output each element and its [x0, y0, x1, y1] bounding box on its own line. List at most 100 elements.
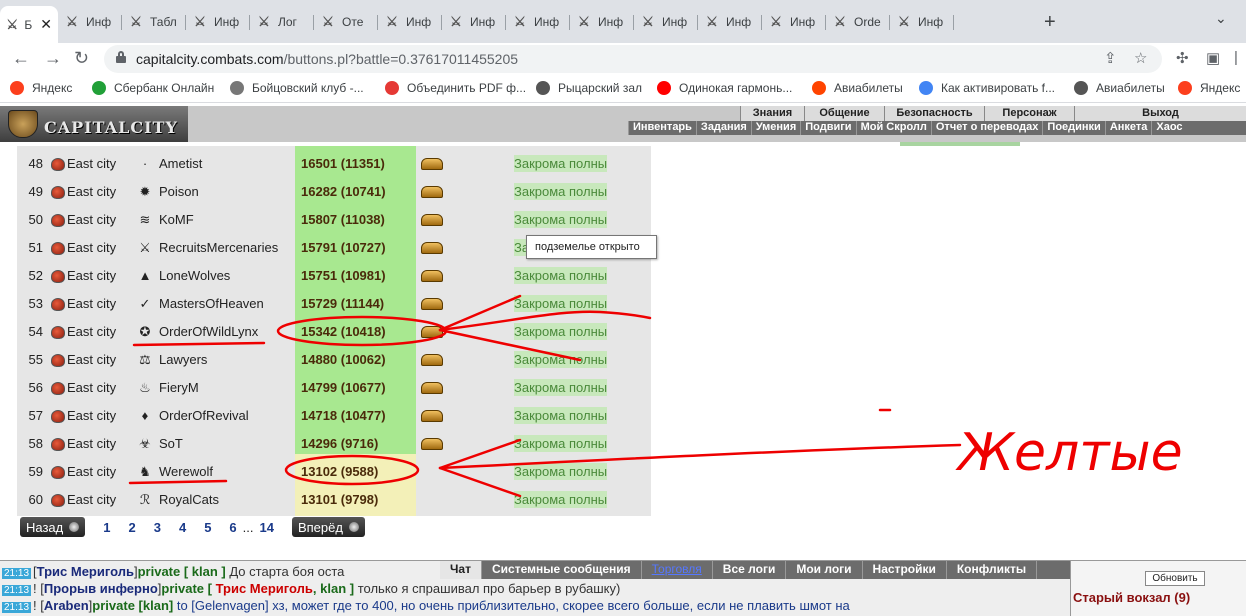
treasure-chest-icon-cell[interactable] — [421, 178, 447, 206]
city-cell[interactable]: East city — [51, 430, 116, 458]
location-name[interactable]: Старый вокзал (9) — [1073, 590, 1190, 605]
treasure-chest-icon-cell[interactable] — [421, 346, 447, 374]
chat-tab[interactable]: Мои логи — [786, 561, 863, 579]
bookmark-item[interactable]: Яндекс — [10, 81, 72, 95]
city-name[interactable]: East city — [67, 234, 116, 262]
clan-cell[interactable]: ✓ MastersOfHeaven — [135, 290, 264, 318]
bookmark-item[interactable]: Сбербанк Онлайн — [92, 81, 214, 95]
treasure-chest-icon[interactable] — [421, 382, 443, 394]
extensions-icon[interactable]: ✣ — [1176, 49, 1189, 67]
page-link[interactable]: 3 — [154, 520, 161, 535]
city-name[interactable]: East city — [67, 374, 116, 402]
treasure-chest-icon[interactable] — [421, 438, 443, 450]
clan-name[interactable]: KoMF — [159, 206, 194, 234]
sender-nick[interactable]: Трис Мериголь — [37, 564, 134, 579]
city-cell[interactable]: East city — [51, 150, 116, 178]
browser-tab[interactable]: ⚔ Инф — [762, 8, 826, 36]
clan-cell[interactable]: ✪ OrderOfWildLynx — [135, 318, 259, 346]
city-name[interactable]: East city — [67, 206, 116, 234]
city-name[interactable]: East city — [67, 318, 116, 346]
bookmark-item[interactable]: Рыцарский зал — [536, 81, 642, 95]
city-cell[interactable]: East city — [51, 234, 116, 262]
treasure-chest-icon-cell[interactable] — [421, 318, 447, 346]
city-cell[interactable]: East city — [51, 178, 116, 206]
treasure-chest-icon[interactable] — [421, 242, 443, 254]
capitalcity-logo[interactable]: CAPITALCITY — [0, 106, 188, 142]
clan-cell[interactable]: ♞ Werewolf — [135, 458, 213, 486]
treasure-chest-icon-cell[interactable] — [421, 430, 447, 458]
treasure-chest-icon[interactable] — [421, 298, 443, 310]
submenu-item[interactable]: Хаос — [1151, 121, 1186, 135]
bookmark-item[interactable]: Объединить PDF ф... — [385, 81, 526, 95]
clan-cell[interactable]: ℛ RoyalCats — [135, 486, 219, 514]
recipient-nick[interactable]: Трис Мериголь — [212, 581, 313, 596]
sender-nick[interactable]: Прорыв инферно — [44, 581, 158, 596]
city-name[interactable]: East city — [67, 486, 116, 514]
city-name[interactable]: East city — [67, 458, 116, 486]
tab-search-icon[interactable]: ⌄ — [1215, 10, 1227, 27]
private-tag[interactable]: private [ klan ] — [138, 564, 226, 579]
treasure-chest-icon-cell[interactable] — [421, 150, 447, 178]
browser-tab[interactable]: ⚔ Лог — [250, 8, 314, 36]
clan-name[interactable]: Ametist — [159, 150, 202, 178]
close-tab-icon[interactable]: ✕ — [40, 16, 52, 33]
browser-tab[interactable]: ⚔ Инф — [506, 8, 570, 36]
city-cell[interactable]: East city — [51, 402, 116, 430]
chat-tab[interactable]: Все логи — [713, 561, 787, 579]
bookmark-item[interactable]: Яндекс — [1178, 81, 1240, 95]
chat-tab[interactable]: Торговля — [642, 561, 713, 579]
browser-tab[interactable]: ⚔ Инф — [570, 8, 634, 36]
reload-icon[interactable]: ↻ — [74, 48, 89, 69]
chat-tab[interactable]: Чат — [440, 561, 482, 579]
clan-cell[interactable]: ✹ Poison — [135, 178, 199, 206]
treasure-chest-icon-cell[interactable] — [421, 262, 447, 290]
city-cell[interactable]: East city — [51, 262, 116, 290]
city-name[interactable]: East city — [67, 178, 116, 206]
submenu-item[interactable]: Задания — [695, 121, 751, 135]
bookmark-item[interactable]: Бойцовский клуб -... — [230, 81, 364, 95]
city-cell[interactable]: East city — [51, 458, 116, 486]
refresh-button[interactable]: Обновить — [1145, 571, 1205, 586]
menu-item[interactable]: Персонаж — [984, 106, 1074, 121]
treasure-chest-icon[interactable] — [421, 326, 443, 338]
page-link[interactable]: 5 — [204, 520, 211, 535]
submenu-item[interactable]: Инвентарь — [628, 121, 696, 135]
bookmark-star-icon[interactable]: ☆ — [1134, 49, 1147, 67]
page-link[interactable]: 6 — [229, 520, 236, 535]
treasure-chest-icon-cell[interactable] — [421, 290, 447, 318]
clan-cell[interactable]: · Ametist — [135, 150, 203, 178]
clan-cell[interactable]: ♨ FieryM — [135, 374, 199, 402]
forward-icon[interactable]: → — [44, 48, 62, 69]
prev-page-button[interactable]: Назад — [20, 517, 86, 537]
submenu-item[interactable]: Отчет о переводах — [930, 121, 1043, 135]
clan-cell[interactable]: ⚖ Lawyers — [135, 346, 207, 374]
profile-icon[interactable]: | — [1234, 49, 1238, 66]
clan-name[interactable]: Lawyers — [159, 346, 207, 374]
page-link[interactable]: 14 — [260, 520, 274, 535]
page-link[interactable]: 2 — [128, 520, 135, 535]
message-time[interactable]: 21:13 — [2, 585, 32, 596]
browser-tab[interactable]: ⚔ Б ✕ — [0, 6, 58, 43]
city-name[interactable]: East city — [67, 430, 116, 458]
clan-cell[interactable]: ≋ KoMF — [135, 206, 194, 234]
city-cell[interactable]: East city — [51, 318, 116, 346]
treasure-chest-icon-cell[interactable] — [421, 374, 447, 402]
bookmark-item[interactable]: Авиабилеты — [812, 81, 903, 95]
submenu-item[interactable]: Подвиги — [800, 121, 855, 135]
page-link[interactable]: 4 — [179, 520, 186, 535]
browser-tab[interactable]: ⚔ Orde — [826, 8, 890, 36]
new-tab-button[interactable]: + — [1044, 11, 1056, 34]
city-name[interactable]: East city — [67, 346, 116, 374]
url-text[interactable]: capitalcity.combats.com/buttons.pl?battl… — [136, 51, 518, 67]
browser-tab[interactable]: ⚔ Оте — [314, 8, 378, 36]
page-link[interactable]: 1 — [103, 520, 110, 535]
next-page-button[interactable]: Вперёд — [291, 517, 365, 537]
treasure-chest-icon[interactable] — [421, 410, 443, 422]
back-icon[interactable]: ← — [12, 48, 30, 69]
menu-item[interactable]: Выход — [1074, 106, 1246, 121]
clan-name[interactable]: LoneWolves — [159, 262, 230, 290]
clan-name[interactable]: MastersOfHeaven — [159, 290, 264, 318]
chat-tab[interactable]: Системные сообщения — [482, 561, 642, 579]
browser-tab[interactable]: ⚔ Инф — [634, 8, 698, 36]
clan-cell[interactable]: ♦ OrderOfRevival — [135, 402, 249, 430]
